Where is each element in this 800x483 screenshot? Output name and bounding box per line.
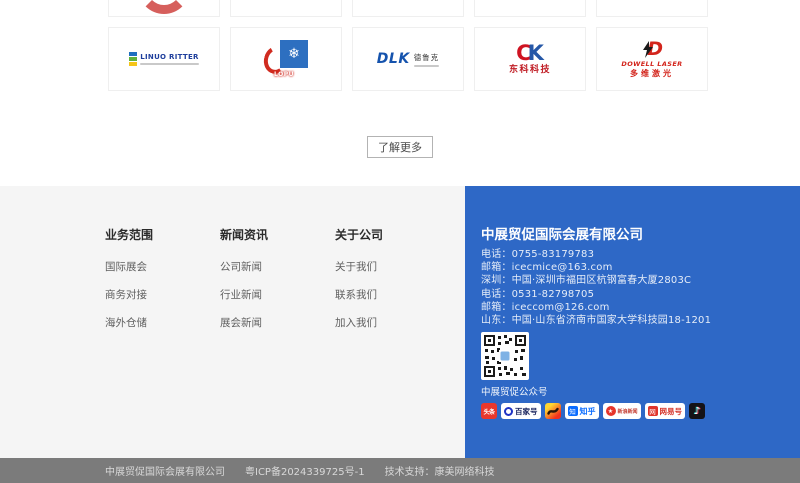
partner-logo-grid: LINUO RITTER ❄ LOPU DLK 德鲁克 (108, 0, 712, 91)
footer-column-about: 关于公司 关于我们 联系我们 加入我们 (335, 226, 397, 458)
sohu-icon[interactable] (545, 403, 561, 419)
footer-link-international-exhibition[interactable]: 国际展会 (105, 259, 167, 274)
netease-hao-icon[interactable]: 网 网易号 (645, 403, 686, 419)
social-media-row: 头条 百家号 知 知乎 ★ 新浪新闻 网 网易号 ♪ (481, 403, 782, 419)
partner-logo-section: LINUO RITTER ❄ LOPU DLK 德鲁克 (0, 0, 800, 186)
partial-red-ring-logo (138, 0, 190, 14)
toutiao-icon[interactable]: 头条 (481, 403, 497, 419)
partner-logo-card-dongke[interactable]: C K 东科科技 (474, 27, 586, 91)
company-info-line-address-sd: 山东：中国·山东省济南市国家大学科技园18-1201 (481, 314, 782, 327)
zhihu-icon[interactable]: 知 知乎 (565, 403, 599, 419)
wechat-qr-code (481, 332, 529, 380)
dowell-wordmark: DOWELL LASER (621, 61, 682, 68)
lopu-snowflake-icon: ❄ (280, 40, 308, 68)
company-info-line-phone-sz: 电话：0755-83179783 (481, 248, 782, 261)
learn-more-button[interactable]: 了解更多 (367, 136, 433, 158)
footer-link-industry-news[interactable]: 行业新闻 (220, 287, 282, 302)
partner-logo-card-lopu[interactable]: ❄ LOPU (230, 27, 342, 91)
partner-logo-card[interactable] (108, 0, 220, 17)
partner-logo-card[interactable] (230, 0, 342, 17)
sina-news-icon[interactable]: ★ 新浪新闻 (603, 403, 641, 419)
footer-link-contact-us[interactable]: 联系我们 (335, 287, 397, 302)
linuo-ritter-logo: LINUO RITTER (129, 52, 198, 66)
company-info-line-email-sd: 邮箱：iceccom@126.com (481, 301, 782, 314)
qr-code-caption: 中展贸促公众号 (481, 384, 782, 398)
footer-link-company-news[interactable]: 公司新闻 (220, 259, 282, 274)
lightning-bolt-icon (641, 41, 654, 58)
footer-link-business-matching[interactable]: 商务对接 (105, 287, 167, 302)
partner-logo-card[interactable] (596, 0, 708, 17)
company-info-line-email-sz: 邮箱：icecmice@163.com (481, 261, 782, 274)
lopu-wordmark: LOPU (274, 71, 294, 78)
dongke-ck-monogram-icon: C K (516, 43, 544, 64)
dlk-wordmark: DLK (377, 51, 410, 67)
tech-support-text: 技术支持：康美网络科技 (385, 463, 495, 478)
dlk-tagline-bar (414, 65, 440, 67)
company-name: 中展贸促国际会展有限公司 (481, 226, 782, 244)
linuo-color-bars-icon (129, 52, 137, 66)
company-info-line-phone-sd: 电话：0531-82798705 (481, 288, 782, 301)
baijiahao-ring-icon (504, 407, 513, 416)
dlk-logo: DLK 德鲁克 (377, 51, 439, 67)
dongke-logo: C K 东科科技 (509, 43, 551, 75)
footer-link-overseas-warehouse[interactable]: 海外仓储 (105, 315, 167, 330)
lopu-logo: ❄ LOPU (264, 40, 308, 78)
footer-link-join-us[interactable]: 加入我们 (335, 315, 397, 330)
footer-column-title: 新闻资讯 (220, 226, 282, 243)
footer-column-news: 新闻资讯 公司新闻 行业新闻 展会新闻 (220, 226, 282, 458)
copyright-company: 中展贸促国际会展有限公司 (105, 463, 225, 478)
site-footer: 业务范围 国际展会 商务对接 海外仓储 新闻资讯 公司新闻 行业新闻 展会新闻 … (0, 186, 800, 458)
footer-link-exhibition-news[interactable]: 展会新闻 (220, 315, 282, 330)
baijiahao-icon[interactable]: 百家号 (501, 403, 541, 419)
company-info-line-address-sz: 深圳：中国·深圳市福田区杭钢富春大厦2803C (481, 274, 782, 287)
footer-column-title: 关于公司 (335, 226, 397, 243)
dongke-chinese-name: 东科科技 (509, 66, 551, 75)
icp-record-link[interactable]: 粤ICP备2024339725号-1 (245, 463, 365, 478)
linuo-ritter-wordmark: LINUO RITTER (140, 53, 198, 61)
partner-logo-card-linuo-ritter[interactable]: LINUO RITTER (108, 27, 220, 91)
dowell-laser-logo: D DOWELL LASER 多维激光 (621, 40, 682, 78)
footer-column-title: 业务范围 (105, 226, 167, 243)
company-info-panel: 中展贸促国际会展有限公司 电话：0755-83179783 邮箱：icecmic… (465, 186, 800, 458)
copyright-bar: 中展贸促国际会展有限公司 粤ICP备2024339725号-1 技术支持：康美网… (0, 458, 800, 483)
partner-logo-card[interactable] (352, 0, 464, 17)
dowell-chinese-name: 多维激光 (630, 70, 674, 78)
dlk-chinese-name: 德鲁克 (414, 52, 440, 63)
douyin-icon[interactable]: ♪ (689, 403, 705, 419)
partner-logo-card-dlk[interactable]: DLK 德鲁克 (352, 27, 464, 91)
linuo-tagline-bar (140, 63, 198, 65)
footer-link-columns: 业务范围 国际展会 商务对接 海外仓储 新闻资讯 公司新闻 行业新闻 展会新闻 … (0, 186, 465, 458)
footer-column-business: 业务范围 国际展会 商务对接 海外仓储 (105, 226, 167, 458)
partner-logo-card-dowell-laser[interactable]: D DOWELL LASER 多维激光 (596, 27, 708, 91)
partner-logo-card[interactable] (474, 0, 586, 17)
footer-link-about-us[interactable]: 关于我们 (335, 259, 397, 274)
